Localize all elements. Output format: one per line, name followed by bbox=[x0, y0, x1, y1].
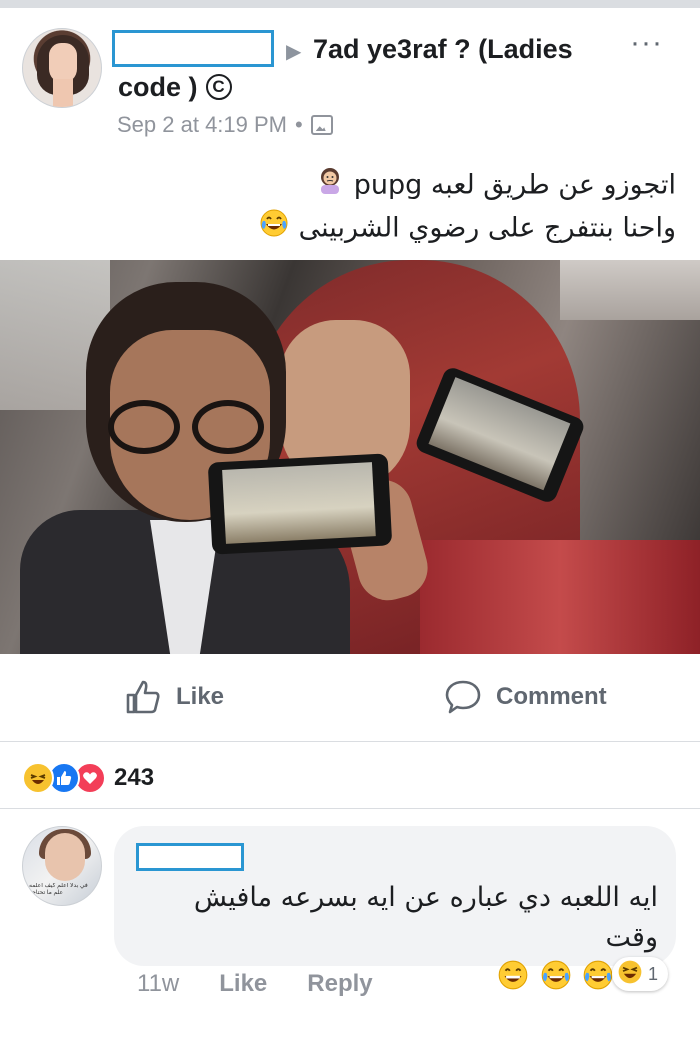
comment-reaction-badge[interactable]: 1 bbox=[612, 957, 669, 991]
redacted-commenter-name[interactable] bbox=[136, 843, 244, 871]
like-button[interactable]: Like bbox=[124, 678, 224, 716]
comment-reply-button[interactable]: Reply bbox=[307, 970, 372, 998]
reactions-summary[interactable]: 243 bbox=[22, 762, 154, 794]
post-text-line2: واحنا بنتفرج على رضوي الشربينى bbox=[36, 207, 676, 251]
comment-button[interactable]: Comment bbox=[444, 678, 607, 716]
redacted-poster-name[interactable] bbox=[112, 30, 274, 67]
right-arrow-icon: ▶ bbox=[286, 41, 302, 63]
tears-of-joy-emoji-icon bbox=[581, 958, 615, 1004]
commenter-avatar[interactable]: في بدلا اعلم كيف اعلمه علم ما تحتاجه bbox=[22, 826, 102, 906]
comment-icon bbox=[445, 680, 481, 714]
haha-icon bbox=[616, 958, 644, 991]
copyright-icon: C bbox=[205, 74, 232, 100]
group-name-continued[interactable]: code ) C bbox=[118, 70, 232, 104]
post-meta: Sep 2 at 4:19 PM • bbox=[117, 112, 333, 138]
tears-of-joy-emoji-icon bbox=[539, 958, 573, 1004]
post-text-line1: اتجوزو عن طريق لعبه pupg bbox=[36, 165, 676, 207]
section-divider bbox=[0, 808, 700, 809]
meta-separator: • bbox=[295, 112, 303, 137]
grinning-emoji-icon bbox=[496, 958, 530, 1004]
post-photo[interactable] bbox=[0, 260, 700, 654]
haha-icon bbox=[22, 762, 54, 794]
comment-text-line: ايه اللعبه دي عباره عن ايه بسرعه مافيش و… bbox=[193, 882, 658, 953]
comment-like-button[interactable]: Like bbox=[219, 970, 267, 998]
photo-icon bbox=[310, 115, 333, 135]
poster-avatar[interactable] bbox=[22, 28, 102, 108]
post-text: اتجوزو عن طريق لعبه pupg واحنا بنتفرج عل… bbox=[36, 165, 676, 251]
thumbs-up-icon bbox=[126, 680, 160, 714]
woman-shrugging-emoji-icon bbox=[315, 165, 345, 207]
reaction-count: 243 bbox=[114, 764, 155, 791]
avatar-caption: في بدلا اعلم كيف اعلمه علم ما تحتاجه bbox=[29, 883, 88, 896]
comment-label: Comment bbox=[496, 683, 607, 710]
group-name-line2: code ) bbox=[118, 72, 198, 102]
tears-of-joy-emoji-icon bbox=[258, 207, 290, 251]
comment-meta: 11w Like Reply bbox=[137, 970, 373, 998]
like-label: Like bbox=[176, 683, 225, 710]
comment-time[interactable]: 11w bbox=[137, 970, 179, 998]
post-text-line1-text: اتجوزو عن طريق لعبه pupg bbox=[353, 169, 676, 201]
group-name[interactable]: 7ad ye3raf ? (Ladies bbox=[313, 32, 613, 66]
post-actions-bar: Like Comment bbox=[0, 654, 700, 742]
comment-reaction-count: 1 bbox=[648, 963, 659, 984]
post-text-line2-text: واحنا بنتفرج على رضوي الشربينى bbox=[298, 212, 676, 244]
top-divider bbox=[0, 0, 700, 8]
post-timestamp[interactable]: Sep 2 at 4:19 PM bbox=[117, 112, 287, 138]
more-options-icon[interactable]: ··· bbox=[630, 26, 663, 60]
